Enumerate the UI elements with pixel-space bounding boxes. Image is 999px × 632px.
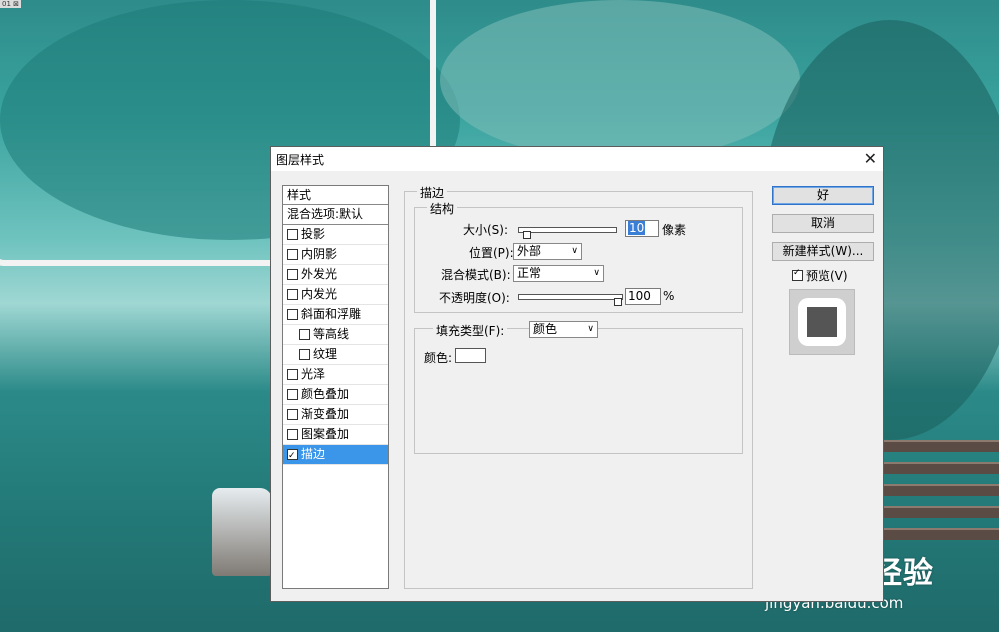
cancel-button[interactable]: 取消 xyxy=(772,214,874,233)
preview-toggle[interactable]: 预览(V) xyxy=(792,267,848,284)
preview-checkbox[interactable] xyxy=(792,268,803,281)
style-checkbox[interactable] xyxy=(287,447,298,466)
style-checkbox[interactable] xyxy=(287,429,298,440)
dock-shape xyxy=(884,440,999,560)
style-item[interactable]: 内阴影 xyxy=(283,245,388,265)
opacity-slider-thumb[interactable] xyxy=(614,298,622,306)
style-item[interactable]: 图案叠加 xyxy=(283,425,388,445)
style-checkbox[interactable] xyxy=(287,389,298,400)
style-item[interactable]: 颜色叠加 xyxy=(283,385,388,405)
position-dropdown[interactable]: 外部 ∨ xyxy=(513,243,582,260)
size-value: 10 xyxy=(628,221,646,235)
opacity-label: 不透明度(O): xyxy=(439,291,510,305)
style-item-label: 内发光 xyxy=(301,287,338,301)
size-label: 大小(S): xyxy=(463,223,509,237)
style-item-label: 描边 xyxy=(301,447,326,461)
chevron-down-icon: ∨ xyxy=(571,246,578,256)
style-item-label: 等高线 xyxy=(313,327,350,341)
position-value: 外部 xyxy=(517,244,542,258)
style-checkbox[interactable] xyxy=(287,369,298,380)
style-item[interactable]: 纹理 xyxy=(283,345,388,365)
corner-label: 01 ⊠ xyxy=(0,0,21,8)
style-item-label: 斜面和浮雕 xyxy=(301,307,362,321)
blend-mode-label: 混合模式(B): xyxy=(441,268,511,282)
style-item[interactable]: 内发光 xyxy=(283,285,388,305)
style-item-label: 外发光 xyxy=(301,267,338,281)
style-item-label: 图案叠加 xyxy=(301,427,350,441)
style-checkbox[interactable] xyxy=(299,349,310,360)
chevron-down-icon: ∨ xyxy=(593,268,600,278)
structure-title: 结构 xyxy=(427,200,458,217)
style-item-label: 光泽 xyxy=(301,367,326,381)
style-item[interactable]: 投影 xyxy=(283,225,388,245)
color-label: 颜色: xyxy=(424,351,453,365)
layer-style-dialog: 图层样式 ✕ 样式 混合选项:默认 投影内阴影外发光内发光斜面和浮雕等高线纹理光… xyxy=(270,146,884,602)
style-preview xyxy=(789,289,855,355)
new-style-button[interactable]: 新建样式(W)... xyxy=(772,242,874,261)
position-label: 位置(P): xyxy=(469,246,514,260)
style-item[interactable]: 描边 xyxy=(283,445,388,466)
style-checkbox[interactable] xyxy=(287,309,298,320)
fill-type-label: 填充类型(F): xyxy=(433,322,508,339)
style-item-label: 颜色叠加 xyxy=(301,387,350,401)
style-item[interactable]: 斜面和浮雕 xyxy=(283,305,388,325)
style-item[interactable]: 光泽 xyxy=(283,365,388,385)
style-checkbox[interactable] xyxy=(287,409,298,420)
dialog-title: 图层样式 xyxy=(276,153,325,167)
preview-label: 预览(V) xyxy=(806,269,848,283)
fill-group xyxy=(414,328,743,454)
style-checkbox[interactable] xyxy=(287,289,298,300)
title-bar[interactable]: 图层样式 ✕ xyxy=(271,147,883,171)
opacity-slider[interactable] xyxy=(518,294,623,306)
opacity-value: 100 xyxy=(628,289,651,303)
style-checkbox[interactable] xyxy=(287,249,298,260)
style-item[interactable]: 外发光 xyxy=(283,265,388,285)
preview-shape xyxy=(798,298,846,346)
style-item-label: 纹理 xyxy=(313,347,338,361)
styles-header[interactable]: 样式 xyxy=(283,186,388,205)
blend-mode-dropdown[interactable]: 正常 ∨ xyxy=(513,265,604,282)
style-item-label: 投影 xyxy=(301,227,326,241)
style-item-label: 渐变叠加 xyxy=(301,407,350,421)
opacity-unit: % xyxy=(663,289,675,303)
blend-mode-value: 正常 xyxy=(517,266,542,280)
mist-shape xyxy=(440,0,800,160)
size-slider-thumb[interactable] xyxy=(523,231,531,239)
style-list: 样式 混合选项:默认 投影内阴影外发光内发光斜面和浮雕等高线纹理光泽颜色叠加渐变… xyxy=(282,185,389,589)
rock-shape xyxy=(212,488,272,576)
size-slider[interactable] xyxy=(518,227,617,239)
style-checkbox[interactable] xyxy=(299,329,310,340)
blend-options-item[interactable]: 混合选项:默认 xyxy=(283,205,388,225)
size-input[interactable]: 10 xyxy=(625,220,659,237)
stroke-title: 描边 xyxy=(417,184,448,201)
style-checkbox[interactable] xyxy=(287,269,298,280)
preview-core xyxy=(807,307,837,337)
opacity-input[interactable]: 100 xyxy=(625,288,661,305)
close-icon[interactable]: ✕ xyxy=(864,149,877,168)
ok-button[interactable]: 好 xyxy=(772,186,874,205)
fill-type-value: 颜色 xyxy=(533,322,558,336)
size-unit: 像素 xyxy=(662,223,687,237)
style-item[interactable]: 渐变叠加 xyxy=(283,405,388,425)
color-swatch[interactable] xyxy=(455,348,486,363)
fill-type-dropdown[interactable]: 颜色 ∨ xyxy=(529,321,598,338)
style-item-label: 内阴影 xyxy=(301,247,338,261)
style-checkbox[interactable] xyxy=(287,229,298,240)
style-item[interactable]: 等高线 xyxy=(283,325,388,345)
chevron-down-icon: ∨ xyxy=(587,324,594,334)
